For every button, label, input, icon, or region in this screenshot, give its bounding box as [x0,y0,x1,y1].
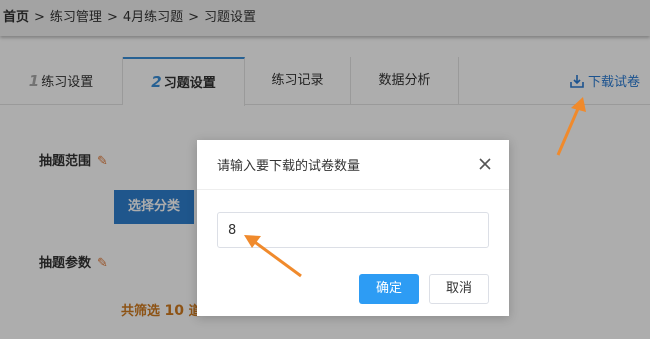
page: 首页 > 练习管理 >4月练习题 > 习题设置 1 练习设置 2 习题设置 练习记录 数据分析… [0,0,650,339]
download-quantity-dialog: 请输入要下载的试卷数量 确定 取消 [197,140,509,316]
close-icon[interactable] [476,155,494,173]
paper-quantity-input[interactable] [217,212,489,248]
dialog-divider [197,189,509,190]
confirm-button[interactable]: 确定 [359,274,419,304]
cancel-button[interactable]: 取消 [429,274,489,304]
dialog-title: 请输入要下载的试卷数量 [217,159,361,174]
